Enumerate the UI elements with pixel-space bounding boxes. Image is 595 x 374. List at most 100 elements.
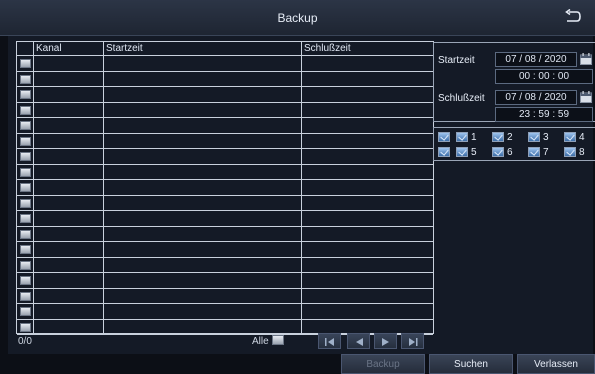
cell-kanal xyxy=(33,226,103,241)
channel-6-checkbox[interactable] xyxy=(492,147,504,157)
cell-startzeit xyxy=(103,288,301,303)
cell-kanal xyxy=(33,56,103,71)
table-row[interactable] xyxy=(17,133,434,149)
cell-schlusszeit xyxy=(301,71,434,86)
row-checkbox[interactable] xyxy=(20,136,31,146)
cell-startzeit xyxy=(103,118,301,133)
table-row[interactable] xyxy=(17,195,434,211)
channel-7-checkbox[interactable] xyxy=(528,147,540,157)
row-checkbox[interactable] xyxy=(20,59,31,68)
table-row[interactable] xyxy=(17,257,434,273)
cell-kanal xyxy=(33,211,103,226)
last-page-icon xyxy=(409,338,418,346)
start-date-field[interactable]: 07 / 08 / 2020 xyxy=(495,52,577,67)
row-checkbox[interactable] xyxy=(20,105,31,115)
cell-schlusszeit xyxy=(301,56,434,71)
table-row[interactable] xyxy=(17,242,433,258)
channel-8-label: 8 xyxy=(579,147,585,158)
cell-startzeit xyxy=(103,319,301,334)
row-checkbox[interactable] xyxy=(20,245,31,254)
cell-schlusszeit xyxy=(301,257,434,272)
row-checkbox[interactable] xyxy=(20,291,31,301)
row-checkbox[interactable] xyxy=(20,322,31,332)
cell-startzeit xyxy=(103,180,301,195)
end-date-field[interactable]: 07 / 08 / 2020 xyxy=(495,90,577,105)
table-row[interactable] xyxy=(17,149,433,165)
window-title: Backup xyxy=(277,11,318,25)
row-checkbox[interactable] xyxy=(20,214,31,223)
end-time-field[interactable]: 23 : 59 : 59 xyxy=(495,107,593,122)
channel-4-checkbox[interactable] xyxy=(564,132,576,142)
cell-schlusszeit xyxy=(301,133,434,148)
cell-schlusszeit xyxy=(301,195,434,210)
channel-8-checkbox[interactable] xyxy=(564,147,576,157)
channel-6-label: 6 xyxy=(507,147,513,158)
row-checkbox[interactable] xyxy=(20,152,31,161)
first-page-button[interactable] xyxy=(318,333,341,349)
cell-startzeit xyxy=(103,164,301,179)
cell-kanal xyxy=(33,149,103,164)
row-checkbox[interactable] xyxy=(20,276,31,285)
row-checkbox[interactable] xyxy=(20,307,31,316)
first-page-icon xyxy=(325,338,334,346)
table-row[interactable] xyxy=(17,180,433,196)
start-time-label: Startzeit xyxy=(438,55,475,66)
channel-3-checkbox[interactable] xyxy=(528,132,540,142)
row-checkbox[interactable] xyxy=(20,229,31,239)
cell-schlusszeit xyxy=(301,211,434,226)
cell-schlusszeit xyxy=(301,149,434,164)
backup-button[interactable]: Backup xyxy=(341,354,425,374)
table-row[interactable] xyxy=(17,211,433,227)
table-row[interactable] xyxy=(17,71,434,87)
channel-select-all-checkbox[interactable] xyxy=(438,132,450,142)
calendar-icon[interactable] xyxy=(580,53,592,65)
channel-5-checkbox[interactable] xyxy=(456,147,468,157)
cell-startzeit xyxy=(103,304,301,319)
prev-page-button[interactable] xyxy=(347,333,370,349)
start-time-field[interactable]: 00 : 00 : 00 xyxy=(495,69,593,84)
table-row[interactable] xyxy=(17,87,433,103)
channel-2-checkbox[interactable] xyxy=(492,132,504,142)
table-row[interactable] xyxy=(17,118,433,134)
row-checkbox[interactable] xyxy=(20,121,31,130)
channel-select-all-checkbox[interactable] xyxy=(438,147,450,157)
cell-kanal xyxy=(33,273,103,288)
channel-1-checkbox[interactable] xyxy=(456,132,468,142)
table-row[interactable] xyxy=(17,304,433,320)
exit-button[interactable]: Verlassen xyxy=(517,354,595,374)
row-checkbox[interactable] xyxy=(20,183,31,192)
table-row[interactable] xyxy=(17,164,433,180)
cell-kanal xyxy=(33,87,103,102)
backup-panel: Kanal Startzeit Schlußzeit 0/0 Alle Star… xyxy=(8,36,595,354)
next-page-button[interactable] xyxy=(374,333,397,349)
table-header: Kanal Startzeit Schlußzeit xyxy=(17,42,433,56)
prev-page-icon xyxy=(356,338,363,346)
table-row[interactable] xyxy=(17,226,433,242)
result-count: 0/0 xyxy=(18,336,32,347)
channel-5-label: 5 xyxy=(471,147,477,158)
row-checkbox[interactable] xyxy=(20,90,31,99)
cell-kanal xyxy=(33,164,103,179)
table-row[interactable] xyxy=(17,273,433,289)
time-range-box: Startzeit 07 / 08 / 2020 00 : 00 : 00 Sc… xyxy=(433,42,595,122)
row-checkbox[interactable] xyxy=(20,260,31,270)
cell-schlusszeit xyxy=(301,242,434,257)
channel-7-label: 7 xyxy=(543,147,549,158)
cell-schlusszeit xyxy=(301,319,434,334)
row-checkbox[interactable] xyxy=(20,198,31,208)
table-row[interactable] xyxy=(17,288,433,304)
table-row[interactable] xyxy=(17,102,433,118)
last-page-button[interactable] xyxy=(401,333,424,349)
column-header-startzeit: Startzeit xyxy=(103,42,301,55)
search-button[interactable]: Suchen xyxy=(429,354,513,374)
select-all-checkbox[interactable] xyxy=(272,335,284,345)
row-checkbox[interactable] xyxy=(20,74,31,84)
return-arrow-icon[interactable] xyxy=(564,9,582,25)
channel-3-label: 3 xyxy=(543,132,549,143)
cell-startzeit xyxy=(103,273,301,288)
row-checkbox[interactable] xyxy=(20,167,31,177)
table-row[interactable] xyxy=(17,319,434,335)
cell-startzeit xyxy=(103,102,301,117)
table-row[interactable] xyxy=(17,56,433,72)
calendar-icon[interactable] xyxy=(580,91,592,103)
